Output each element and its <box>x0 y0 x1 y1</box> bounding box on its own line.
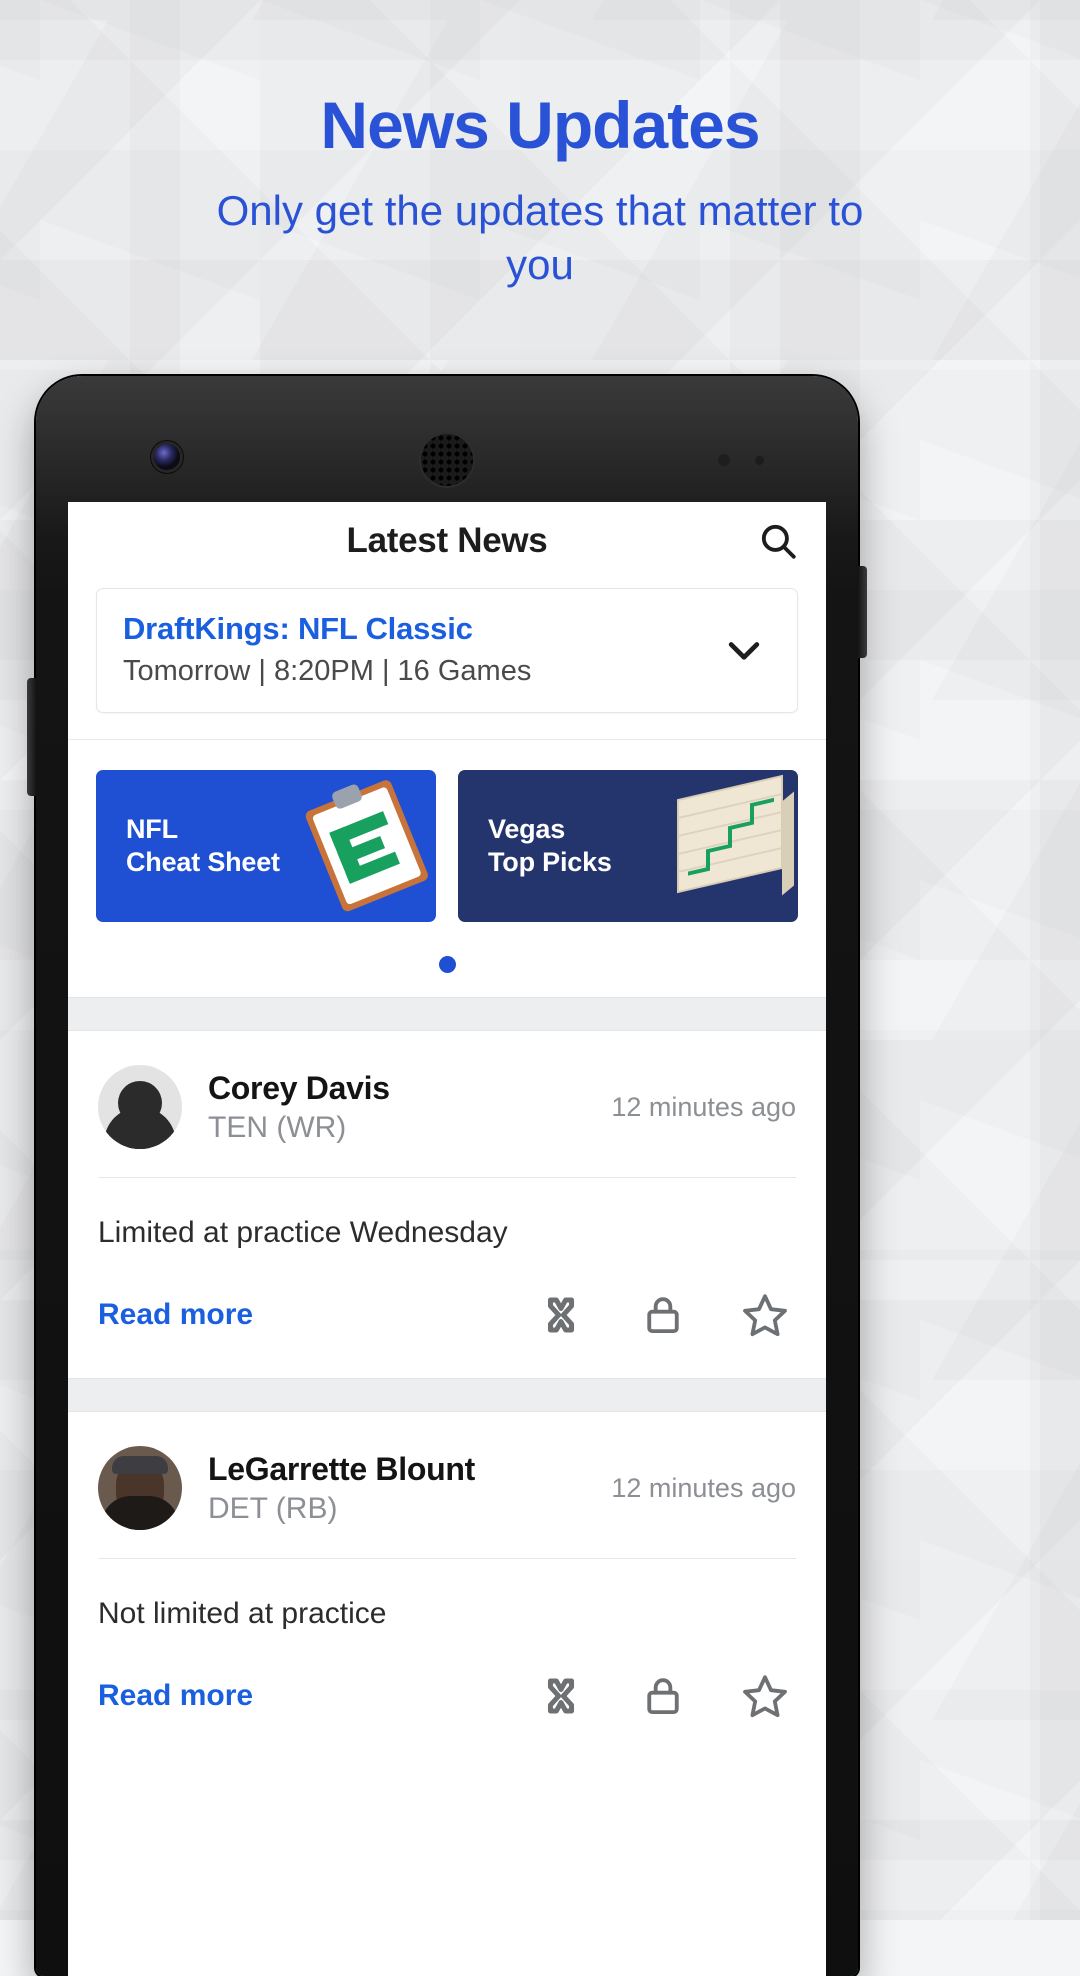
promo-header: News Updates Only get the updates that m… <box>0 92 1080 292</box>
promo-carousel: NFL Cheat Sheet Vegas Top Picks <box>68 740 826 922</box>
news-item[interactable]: LeGarrette Blount DET (RB) 12 minutes ag… <box>68 1412 826 1759</box>
section-separator <box>68 1378 826 1412</box>
promo-label: NFL Cheat Sheet <box>126 813 280 879</box>
player-team: DET (RB) <box>208 1491 338 1525</box>
promo-label: Vegas Top Picks <box>488 813 612 879</box>
proximity-sensor-icon <box>718 454 730 466</box>
carousel-dots[interactable] <box>68 922 826 997</box>
contest-card[interactable]: DraftKings: NFL Classic Tomorrow | 8:20P… <box>96 588 798 713</box>
read-more-link[interactable]: Read more <box>98 1679 253 1713</box>
avatar <box>98 1065 182 1149</box>
action-icon-group <box>534 1288 796 1342</box>
promo-line1: Vegas <box>488 814 566 845</box>
news-item-header: LeGarrette Blount DET (RB) 12 minutes ag… <box>98 1412 796 1558</box>
earpiece-speaker-icon <box>421 434 473 486</box>
player-info: Corey Davis TEN (WR) <box>208 1070 597 1145</box>
section-separator <box>68 997 826 1031</box>
contest-text: DraftKings: NFL Classic Tomorrow | 8:20P… <box>123 611 531 688</box>
news-actions: Read more <box>98 1260 796 1378</box>
page-title: News Updates <box>320 88 760 162</box>
player-team: TEN (WR) <box>208 1110 347 1144</box>
promo-line1: NFL <box>126 814 178 845</box>
app-header: Latest News <box>68 502 826 580</box>
lock-icon[interactable] <box>636 1669 690 1723</box>
star-icon[interactable] <box>738 1288 792 1342</box>
promo-card-nfl-cheat-sheet[interactable]: NFL Cheat Sheet <box>96 770 436 922</box>
promo-card-vegas-top-picks[interactable]: Vegas Top Picks <box>458 770 798 922</box>
front-camera-icon <box>154 444 180 470</box>
search-icon[interactable] <box>752 515 804 567</box>
news-item[interactable]: Corey Davis TEN (WR) 12 minutes ago Limi… <box>68 1031 826 1378</box>
app-title: Latest News <box>346 521 548 560</box>
phone-mockup: Latest News DraftKings: NFL Classic Tomo… <box>27 376 867 1976</box>
contest-subtitle: Tomorrow | 8:20PM | 16 Games <box>123 655 532 687</box>
lock-icon[interactable] <box>636 1288 690 1342</box>
avatar <box>98 1446 182 1530</box>
news-body: Not limited at practice <box>98 1597 387 1630</box>
chart-board-icon <box>654 774 798 919</box>
promo-line2: Cheat Sheet <box>126 847 280 877</box>
power-button <box>857 566 867 658</box>
timestamp: 12 minutes ago <box>611 1091 796 1122</box>
news-body: Limited at practice Wednesday <box>98 1216 508 1249</box>
light-sensor-icon <box>755 456 764 465</box>
player-name: LeGarrette Blount <box>208 1450 475 1487</box>
news-item-header: Corey Davis TEN (WR) 12 minutes ago <box>98 1031 796 1177</box>
page-subtitle: Only get the updates that matter to you <box>216 187 864 288</box>
star-icon[interactable] <box>738 1669 792 1723</box>
read-more-link[interactable]: Read more <box>98 1298 253 1332</box>
contest-section: DraftKings: NFL Classic Tomorrow | 8:20P… <box>68 580 826 739</box>
contest-title: DraftKings: NFL Classic <box>123 611 473 646</box>
player-name: Corey Davis <box>208 1069 390 1106</box>
mute-icon[interactable] <box>534 1288 588 1342</box>
chevron-down-icon[interactable] <box>717 623 771 677</box>
mute-icon[interactable] <box>534 1669 588 1723</box>
player-info: LeGarrette Blount DET (RB) <box>208 1451 597 1526</box>
volume-button <box>27 678 37 796</box>
promo-line2: Top Picks <box>488 847 612 877</box>
timestamp: 12 minutes ago <box>611 1472 796 1503</box>
news-actions: Read more <box>98 1641 796 1759</box>
phone-screen: Latest News DraftKings: NFL Classic Tomo… <box>68 502 826 1976</box>
carousel-dot-active[interactable] <box>438 956 456 973</box>
clipboard-icon <box>292 774 436 919</box>
action-icon-group <box>534 1669 796 1723</box>
